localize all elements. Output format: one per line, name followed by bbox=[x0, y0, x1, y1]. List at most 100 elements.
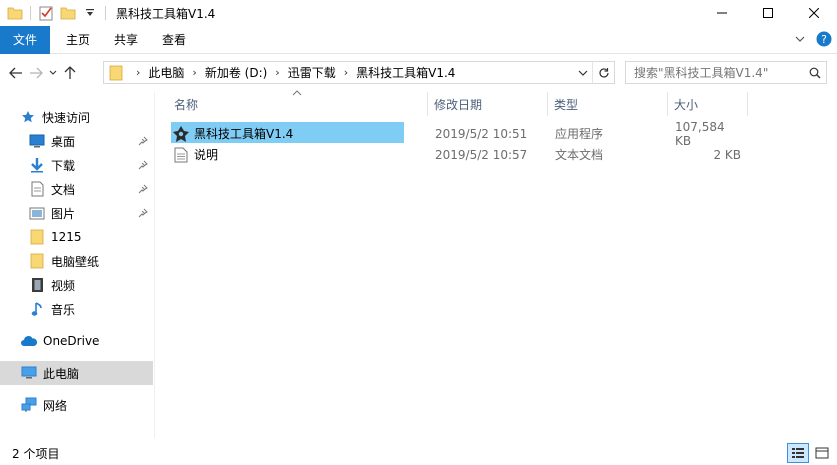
breadcrumb: › 此电脑 › 新加卷 (D:) › 迅雷下载 › 黑科技工具箱V1.4 bbox=[128, 62, 455, 83]
ribbon-right-controls: ? bbox=[785, 30, 833, 48]
breadcrumb-drive-d[interactable]: 新加卷 (D:) bbox=[205, 64, 267, 81]
nav-item-label: 图片 bbox=[51, 206, 76, 221]
expand-ribbon-icon[interactable] bbox=[791, 30, 809, 48]
video-icon bbox=[28, 276, 46, 294]
desktop-icon bbox=[28, 132, 46, 150]
refresh-button[interactable] bbox=[592, 62, 614, 83]
nav-item-label: 快速访问 bbox=[42, 110, 91, 125]
breadcrumb-chevron-icon[interactable]: › bbox=[275, 66, 279, 79]
breadcrumb-current-folder[interactable]: 黑科技工具箱V1.4 bbox=[356, 64, 455, 81]
tab-home[interactable]: 主页 bbox=[54, 26, 102, 54]
folder-icon[interactable] bbox=[6, 4, 24, 22]
ribbon-tabs: 文件 主页 共享 查看 ? bbox=[0, 25, 837, 54]
nav-item-pictures[interactable]: 图片 bbox=[0, 201, 153, 225]
pin-icon[interactable] bbox=[137, 207, 149, 219]
close-button[interactable] bbox=[791, 0, 837, 26]
nav-item-label: 桌面 bbox=[51, 134, 76, 149]
breadcrumb-xunlei-downloads[interactable]: 迅雷下载 bbox=[288, 64, 336, 81]
column-header-type[interactable]: 类型 bbox=[548, 92, 668, 116]
cloud-icon bbox=[20, 332, 38, 350]
toolbar-divider bbox=[105, 6, 106, 20]
star-icon bbox=[20, 108, 36, 126]
download-icon bbox=[28, 156, 46, 174]
minimize-button[interactable] bbox=[699, 0, 745, 26]
nav-item-this-pc[interactable]: 此电脑 bbox=[0, 361, 153, 385]
file-type: 应用程序 bbox=[555, 127, 604, 141]
search-input[interactable] bbox=[634, 65, 804, 80]
window-controls bbox=[699, 0, 837, 26]
nav-item-network[interactable]: 网络 bbox=[0, 393, 153, 417]
nav-item-music[interactable]: 音乐 bbox=[0, 297, 153, 321]
svg-text:?: ? bbox=[821, 33, 827, 46]
nav-item-label: 电脑壁纸 bbox=[51, 254, 100, 269]
music-icon bbox=[28, 300, 46, 318]
breadcrumb-chevron-icon[interactable]: › bbox=[136, 66, 140, 79]
breadcrumb-chevron-icon[interactable]: › bbox=[192, 66, 196, 79]
column-header-size[interactable]: 大小 bbox=[668, 92, 748, 116]
file-size: 2 KB bbox=[713, 147, 741, 162]
quick-access-toolbar bbox=[0, 0, 112, 26]
customize-toolbar-icon[interactable] bbox=[81, 4, 99, 22]
details-view-button[interactable] bbox=[787, 443, 809, 463]
column-header-modified[interactable]: 修改日期 bbox=[428, 92, 548, 116]
file-name: 说明 bbox=[194, 148, 219, 162]
navigation-pane: 快速访问 桌面 下载 文档 图片 1215 电脑壁纸 视频 音乐 OneDriv… bbox=[0, 92, 155, 438]
maximize-button[interactable] bbox=[745, 0, 791, 26]
nav-item-onedrive[interactable]: OneDrive bbox=[0, 329, 153, 353]
item-count: 2 个项目 bbox=[12, 447, 60, 461]
tab-file[interactable]: 文件 bbox=[0, 25, 50, 54]
nav-item-folder-1215[interactable]: 1215 bbox=[0, 225, 153, 249]
nav-item-videos[interactable]: 视频 bbox=[0, 273, 153, 297]
file-modified: 2019/5/2 10:57 bbox=[435, 147, 528, 162]
tab-share[interactable]: 共享 bbox=[102, 26, 150, 54]
nav-quick-access[interactable]: 快速访问 bbox=[0, 105, 153, 129]
properties-icon[interactable] bbox=[37, 4, 55, 22]
pin-icon[interactable] bbox=[137, 135, 149, 147]
large-icons-view-button[interactable] bbox=[811, 443, 833, 463]
column-header-name[interactable]: 名称 bbox=[168, 92, 428, 116]
search-box[interactable] bbox=[625, 61, 827, 84]
folder-icon bbox=[104, 65, 128, 81]
nav-item-downloads[interactable]: 下载 bbox=[0, 153, 153, 177]
window-title: 黑科技工具箱V1.4 bbox=[116, 6, 216, 21]
status-bar: 2 个项目 bbox=[0, 442, 837, 465]
nav-item-label: 此电脑 bbox=[43, 366, 80, 381]
address-row: › 此电脑 › 新加卷 (D:) › 迅雷下载 › 黑科技工具箱V1.4 bbox=[0, 56, 837, 90]
back-button[interactable] bbox=[6, 61, 26, 85]
computer-icon bbox=[20, 364, 38, 382]
forward-button[interactable] bbox=[26, 61, 46, 85]
file-type: 文本文档 bbox=[555, 148, 604, 162]
nav-item-wallpapers[interactable]: 电脑壁纸 bbox=[0, 249, 153, 273]
text-file-icon bbox=[172, 146, 190, 164]
table-row[interactable]: 黑科技工具箱V1.4 2019/5/2 10:51 应用程序 107,584 K… bbox=[170, 120, 810, 148]
table-row[interactable]: 说明 2019/5/2 10:57 文本文档 2 KB bbox=[170, 144, 810, 165]
help-icon[interactable]: ? bbox=[815, 30, 833, 48]
nav-item-label: 网络 bbox=[43, 398, 68, 413]
pin-icon[interactable] bbox=[137, 183, 149, 195]
file-name-cell: 说明 bbox=[172, 144, 218, 165]
new-folder-icon[interactable] bbox=[59, 4, 77, 22]
view-toggle bbox=[785, 443, 833, 463]
pin-icon[interactable] bbox=[137, 159, 149, 171]
network-icon bbox=[20, 396, 38, 414]
nav-item-label: 下载 bbox=[51, 158, 76, 173]
title-bar: 黑科技工具箱V1.4 bbox=[0, 0, 837, 26]
recent-locations-button[interactable] bbox=[46, 61, 60, 85]
search-icon[interactable] bbox=[804, 62, 826, 83]
up-button[interactable] bbox=[60, 61, 80, 85]
file-name: 黑科技工具箱V1.4 bbox=[194, 127, 294, 141]
file-modified: 2019/5/2 10:51 bbox=[435, 126, 528, 141]
address-history-dropdown[interactable] bbox=[574, 62, 592, 83]
nav-item-label: OneDrive bbox=[43, 334, 100, 348]
address-bar[interactable]: › 此电脑 › 新加卷 (D:) › 迅雷下载 › 黑科技工具箱V1.4 bbox=[103, 61, 615, 84]
breadcrumb-this-pc[interactable]: 此电脑 bbox=[148, 64, 184, 81]
picture-icon bbox=[28, 204, 46, 222]
nav-item-label: 音乐 bbox=[51, 302, 76, 317]
file-list: 名称 修改日期 类型 大小 黑科技工具箱V1.4 2019/5/2 10:51 … bbox=[156, 90, 837, 438]
file-name-cell: 黑科技工具箱V1.4 bbox=[172, 123, 293, 144]
tab-view[interactable]: 查看 bbox=[150, 26, 198, 54]
nav-item-desktop[interactable]: 桌面 bbox=[0, 129, 153, 153]
nav-item-documents[interactable]: 文档 bbox=[0, 177, 153, 201]
breadcrumb-chevron-icon[interactable]: › bbox=[344, 66, 348, 79]
toolbar-divider bbox=[30, 6, 31, 20]
